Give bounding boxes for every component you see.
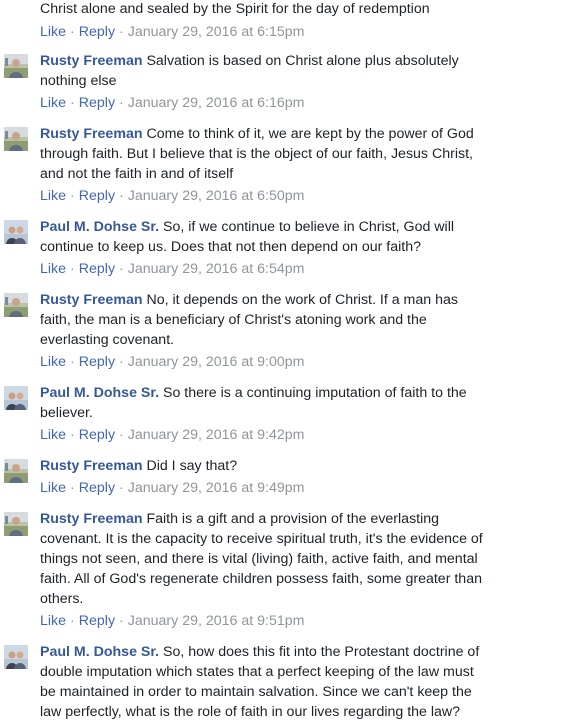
- comment-body: Rusty Freeman Did I say that?: [40, 456, 556, 476]
- reply-link[interactable]: Reply: [79, 480, 115, 496]
- timestamp-link[interactable]: January 29, 2016 at 9:42pm: [128, 427, 305, 443]
- comment-text-line: everlasting covenant.: [40, 332, 175, 348]
- comment-text-line: Faith is a gift and a provision of the e…: [146, 511, 440, 527]
- reply-link[interactable]: Reply: [79, 95, 115, 111]
- timestamp-link[interactable]: January 29, 2016 at 9:51pm: [128, 613, 305, 629]
- reply-link[interactable]: Reply: [79, 261, 115, 277]
- comment-text-line: things not seen, and there is vital (liv…: [40, 551, 478, 567]
- comment-body: Paul M. Dohse Sr. So, how does this fit …: [40, 642, 556, 722]
- comment-body: Paul M. Dohse Sr. So there is a continui…: [40, 383, 556, 423]
- comment-text-line: be maintained in order to maintain salva…: [40, 684, 472, 700]
- paul-avatar[interactable]: [4, 220, 28, 244]
- paul-avatar[interactable]: [4, 645, 28, 669]
- paul-avatar[interactable]: [4, 386, 28, 410]
- timestamp-link[interactable]: January 29, 2016 at 9:00pm: [128, 354, 305, 370]
- like-link[interactable]: Like: [40, 354, 66, 370]
- comment-text-line: law perfectly, what is the role of faith…: [40, 704, 461, 720]
- previous-comment-actions: Like · Reply · January 29, 2016 at 6:15pm: [40, 24, 305, 40]
- comment-author-link[interactable]: Paul M. Dohse Sr.: [40, 219, 159, 235]
- comment-actions: Like · Reply · January 29, 2016 at 6:54pm: [40, 261, 305, 277]
- reply-link[interactable]: Reply: [79, 613, 115, 629]
- rusty-avatar[interactable]: [4, 512, 28, 536]
- comment-author-link[interactable]: Paul M. Dohse Sr.: [40, 644, 159, 660]
- comment-author-link[interactable]: Rusty Freeman: [40, 53, 143, 69]
- comment-text-line: believer.: [40, 405, 93, 421]
- like-link[interactable]: Like: [40, 95, 66, 111]
- comment-actions: Like · Reply · January 29, 2016 at 9:51pm: [40, 613, 305, 629]
- like-link[interactable]: Like: [40, 188, 66, 204]
- comment-text-line: through faith. But I believe that is the…: [40, 146, 473, 162]
- comment-actions: Like · Reply · January 29, 2016 at 9:42pm: [40, 427, 305, 443]
- comment-text-line: So, how does this fit into the Protestan…: [163, 644, 480, 660]
- comment-body: Rusty Freeman Faith is a gift and a prov…: [40, 509, 556, 609]
- like-link[interactable]: Like: [40, 480, 66, 496]
- comment-text-line: faith. All of God's regenerate children …: [40, 571, 482, 587]
- comment-body: Paul M. Dohse Sr. So, if we continue to …: [40, 217, 556, 257]
- comment-text-line: and not the faith in and of itself: [40, 166, 234, 182]
- comment-author-link[interactable]: Paul M. Dohse Sr.: [40, 385, 159, 401]
- timestamp-link[interactable]: January 29, 2016 at 9:49pm: [128, 480, 305, 496]
- comment-text-line: covenant. It is the capacity to receive …: [40, 531, 483, 547]
- rusty-avatar[interactable]: [4, 54, 28, 78]
- like-link[interactable]: Like: [40, 261, 66, 277]
- comment-actions: Like · Reply · January 29, 2016 at 9:49pm: [40, 480, 305, 496]
- comment-actions: Like · Reply · January 29, 2016 at 9:00pm: [40, 354, 305, 370]
- comment-text-line: faith, the man is a beneficiary of Chris…: [40, 312, 427, 328]
- comment-text-line: nothing else: [40, 73, 117, 89]
- rusty-avatar[interactable]: [4, 127, 28, 151]
- timestamp-link[interactable]: January 29, 2016 at 6:54pm: [128, 261, 305, 277]
- comment-body: Rusty Freeman Salvation is based on Chri…: [40, 51, 556, 91]
- comment-author-link[interactable]: Rusty Freeman: [40, 292, 143, 308]
- rusty-avatar[interactable]: [4, 293, 28, 317]
- like-link[interactable]: Like: [40, 24, 66, 40]
- comment-actions: Like · Reply · January 29, 2016 at 6:50pm: [40, 188, 305, 204]
- comment-text-line: Salvation is based on Christ alone plus …: [146, 53, 459, 69]
- comment-text-line: others.: [40, 591, 84, 607]
- comment-author-link[interactable]: Rusty Freeman: [40, 511, 143, 527]
- comment-text-line: No, it depends on the work of Christ. If…: [146, 292, 458, 308]
- reply-link[interactable]: Reply: [79, 24, 115, 40]
- comment-author-link[interactable]: Rusty Freeman: [40, 458, 143, 474]
- comment-text-line: So there is a continuing imputation of f…: [163, 385, 467, 401]
- comment-text-line: double imputation which states that a pe…: [40, 664, 474, 680]
- rusty-avatar[interactable]: [4, 459, 28, 483]
- comment-text-line: So, if we continue to believe in Christ,…: [163, 219, 454, 235]
- comment-body: Rusty Freeman Come to think of it, we ar…: [40, 124, 556, 184]
- reply-link[interactable]: Reply: [79, 427, 115, 443]
- comment-text-line: Did I say that?: [146, 458, 238, 474]
- timestamp-link[interactable]: January 29, 2016 at 6:16pm: [128, 95, 305, 111]
- previous-comment-text: Christ alone and sealed by the Spirit fo…: [40, 1, 430, 17]
- comment-body: Rusty Freeman No, it depends on the work…: [40, 290, 556, 350]
- like-link[interactable]: Like: [40, 427, 66, 443]
- comment-actions: Like · Reply · January 29, 2016 at 6:16pm: [40, 95, 305, 111]
- comment-text-line: Come to think of it, we are kept by the …: [146, 126, 474, 142]
- reply-link[interactable]: Reply: [79, 354, 115, 370]
- timestamp-link[interactable]: January 29, 2016 at 6:50pm: [128, 188, 305, 204]
- reply-link[interactable]: Reply: [79, 188, 115, 204]
- comment-author-link[interactable]: Rusty Freeman: [40, 126, 143, 142]
- comment-text-line: continue to keep us. Does that not then …: [40, 239, 421, 255]
- like-link[interactable]: Like: [40, 613, 66, 629]
- timestamp-link[interactable]: January 29, 2016 at 6:15pm: [128, 24, 305, 40]
